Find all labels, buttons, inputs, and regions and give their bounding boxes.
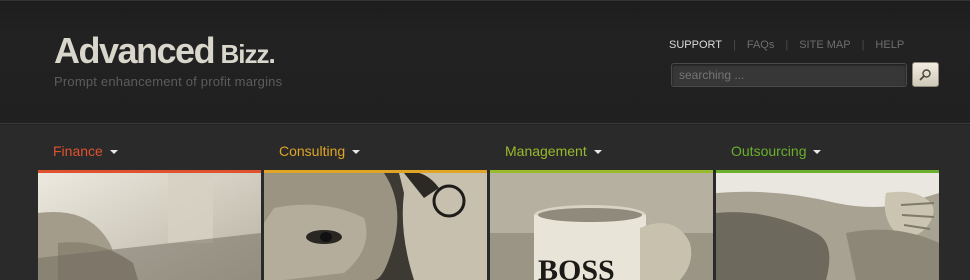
nav-separator: | (732, 39, 736, 51)
search-icon (919, 69, 931, 81)
category-outsourcing[interactable]: Outsourcing (731, 143, 822, 159)
dropdown-caret-icon (352, 150, 361, 154)
logo-main-text: Advanced (54, 30, 216, 71)
top-navigation: SUPPORT | FAQs | SITE MAP | HELP (669, 39, 904, 51)
mug-text: BOSS (538, 254, 615, 280)
nav-link-help[interactable]: HELP (875, 39, 904, 51)
category-label: Management (505, 143, 587, 159)
category-label: Outsourcing (731, 143, 807, 159)
nav-separator: | (785, 39, 789, 51)
search-button[interactable] (912, 62, 939, 87)
category-label: Finance (53, 143, 103, 159)
category-management[interactable]: Management (505, 143, 602, 159)
dropdown-caret-icon (593, 150, 602, 154)
nav-separator: | (861, 39, 865, 51)
site-header: Advanced Bizz. Prompt enhancement of pro… (0, 0, 970, 124)
category-finance[interactable]: Finance (53, 143, 118, 159)
logo-sub-text: Bizz. (220, 39, 276, 69)
category-consulting[interactable]: Consulting (279, 143, 361, 159)
category-label: Consulting (279, 143, 346, 159)
nav-link-faqs[interactable]: FAQs (747, 39, 775, 51)
site-logo[interactable]: Advanced Bizz. (54, 30, 276, 71)
site-tagline: Prompt enhancement of profit margins (54, 74, 283, 89)
dropdown-caret-icon (109, 150, 118, 154)
finance-image[interactable] (38, 170, 261, 280)
outsourcing-image[interactable] (716, 170, 939, 280)
nav-link-support[interactable]: SUPPORT (669, 39, 722, 51)
search-input[interactable] (671, 63, 907, 87)
consulting-image[interactable] (264, 170, 487, 280)
dropdown-caret-icon (813, 150, 822, 154)
nav-link-site-map[interactable]: SITE MAP (799, 39, 850, 51)
management-image[interactable]: BOSS (490, 170, 713, 280)
